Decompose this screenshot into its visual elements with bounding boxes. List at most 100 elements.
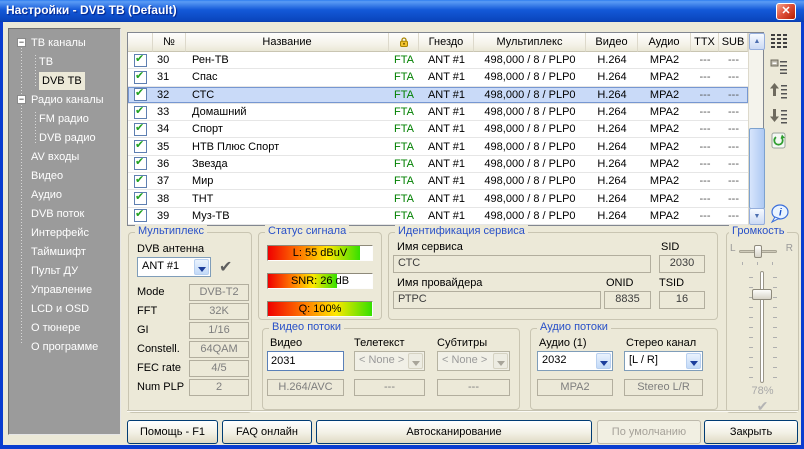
- channel-checkbox[interactable]: ✔: [134, 175, 147, 188]
- tree-item[interactable]: AV входы: [9, 148, 120, 167]
- tree-item[interactable]: Управление: [9, 281, 120, 300]
- channel-checkbox[interactable]: ✔: [134, 54, 147, 67]
- video-pid-input[interactable]: [267, 351, 344, 371]
- cell-name: Спорт: [186, 123, 389, 135]
- cell-name: ТНТ: [186, 193, 389, 205]
- column-header-video[interactable]: Видео: [586, 33, 638, 52]
- channel-checkbox[interactable]: ✔: [134, 106, 147, 119]
- channel-checkbox[interactable]: ✔: [134, 157, 147, 170]
- tree-item-label: DVB ТВ: [39, 72, 85, 90]
- volume-check-icon: ✔: [727, 398, 798, 415]
- channel-row[interactable]: ✔31СпасFTAANT #1498,000 / 8 / PLP0H.264M…: [128, 69, 748, 86]
- channel-checkbox[interactable]: ✔: [134, 123, 147, 136]
- channel-row[interactable]: ✔39Муз-ТВFTAANT #1498,000 / 8 / PLP0H.26…: [128, 208, 748, 225]
- move-up-icon[interactable]: [770, 82, 790, 102]
- tree-item[interactable]: −Радио каналы: [9, 91, 120, 110]
- remove-channel-icon[interactable]: [770, 57, 790, 77]
- balance-thumb[interactable]: [754, 245, 762, 258]
- faq-button[interactable]: FAQ онлайн: [222, 420, 312, 444]
- tree-item[interactable]: Интерфейс: [9, 224, 120, 243]
- column-header-num[interactable]: №: [153, 33, 186, 52]
- cell-num: 37: [153, 175, 186, 187]
- scrollbar-down-button[interactable]: ▼: [749, 208, 765, 225]
- column-header-mux[interactable]: Мультиплекс: [474, 33, 586, 52]
- tree-item[interactable]: О программе: [9, 338, 120, 357]
- tree-item-label: ТВ: [39, 53, 53, 71]
- cell-video: H.264: [586, 89, 638, 101]
- tree-item-label: AV входы: [31, 148, 79, 166]
- volume-slider[interactable]: [760, 271, 764, 383]
- tree-item[interactable]: −ТВ каналы: [9, 34, 120, 53]
- tree-item[interactable]: Пульт ДУ: [9, 262, 120, 281]
- stereo-mode-select[interactable]: [L / R]: [624, 351, 703, 371]
- tree-item[interactable]: Видео: [9, 167, 120, 186]
- channel-checkbox[interactable]: ✔: [134, 192, 147, 205]
- collapse-minus-icon[interactable]: −: [17, 38, 26, 47]
- column-header-name[interactable]: Название: [186, 33, 389, 52]
- cell-video: H.264: [586, 158, 638, 170]
- channel-checkbox[interactable]: ✔: [134, 140, 147, 153]
- channel-row[interactable]: ✔34СпортFTAANT #1498,000 / 8 / PLP0H.264…: [128, 121, 748, 138]
- table-header: №Название ГнездоМультиплексВидеоАудиоTTXS…: [128, 33, 748, 52]
- channel-row[interactable]: ✔30Рен-ТВFTAANT #1498,000 / 8 / PLP0H.26…: [128, 52, 748, 69]
- cell-sub: ---: [719, 54, 748, 66]
- cell-num: 30: [153, 54, 186, 66]
- channel-row[interactable]: ✔32СТСFTAANT #1498,000 / 8 / PLP0H.264MP…: [128, 87, 748, 104]
- tree-item[interactable]: FM радио: [9, 110, 120, 129]
- titlebar[interactable]: Настройки - DVB ТВ (Default) ✕: [0, 0, 804, 22]
- cell-fta: FTA: [389, 71, 419, 83]
- balance-right-label: R: [786, 243, 793, 254]
- audio-streams-group-title: Аудио потоки: [537, 321, 611, 333]
- chevron-down-icon[interactable]: [596, 353, 611, 369]
- cell-socket: ANT #1: [419, 123, 474, 135]
- channel-row[interactable]: ✔36ЗвездаFTAANT #1498,000 / 8 / PLP0H.26…: [128, 156, 748, 173]
- channel-row[interactable]: ✔35НТВ Плюс СпортFTAANT #1498,000 / 8 / …: [128, 138, 748, 155]
- titlebar-close-button[interactable]: ✕: [776, 3, 796, 20]
- channel-checkbox[interactable]: ✔: [134, 209, 147, 222]
- tree-item-label: DVB поток: [31, 205, 84, 223]
- column-header-audio[interactable]: Аудио: [638, 33, 691, 52]
- move-down-icon[interactable]: [770, 107, 790, 127]
- column-header-socket[interactable]: Гнездо: [419, 33, 474, 52]
- cell-socket: ANT #1: [419, 106, 474, 118]
- scrollbar-thumb[interactable]: [749, 128, 765, 209]
- column-header-fta[interactable]: [389, 33, 419, 52]
- close-button[interactable]: Закрыть: [704, 420, 798, 444]
- tree-item[interactable]: DVB ТВ: [9, 72, 120, 91]
- column-header-check[interactable]: [128, 33, 153, 52]
- column-header-ttx[interactable]: TTX: [691, 33, 719, 52]
- chevron-down-icon[interactable]: [194, 259, 209, 275]
- collapse-minus-icon[interactable]: −: [17, 95, 26, 104]
- help-button[interactable]: Помощь - F1: [127, 420, 218, 444]
- recycle-bin-icon[interactable]: [770, 132, 790, 152]
- autoscan-button[interactable]: Автосканирование: [316, 420, 592, 444]
- channel-checkbox[interactable]: ✔: [134, 71, 147, 84]
- chevron-down-icon: [408, 353, 423, 369]
- cell-video: H.264: [586, 106, 638, 118]
- channel-row[interactable]: ✔33ДомашнийFTAANT #1498,000 / 8 / PLP0H.…: [128, 104, 748, 121]
- antenna-apply-check-icon[interactable]: ✔: [219, 257, 232, 277]
- tree-item[interactable]: DVB радио: [9, 129, 120, 148]
- tree-item[interactable]: LCD и OSD: [9, 300, 120, 319]
- tree-item[interactable]: Аудио: [9, 186, 120, 205]
- tree-item[interactable]: ТВ: [9, 53, 120, 72]
- audio-pid-select[interactable]: 2032: [537, 351, 613, 371]
- chevron-down-icon[interactable]: [686, 353, 701, 369]
- check-icon: ✔: [135, 140, 144, 151]
- volume-thumb[interactable]: [752, 289, 772, 300]
- channel-list-icon[interactable]: [770, 32, 790, 52]
- scrollbar-track[interactable]: ▲ ▼: [748, 33, 763, 225]
- cell-fta: FTA: [389, 158, 419, 170]
- tree-item[interactable]: О тюнере: [9, 319, 120, 338]
- scrollbar-up-button[interactable]: ▲: [749, 33, 765, 50]
- antenna-select[interactable]: ANT #1: [137, 257, 211, 277]
- channel-row[interactable]: ✔38ТНТFTAANT #1498,000 / 8 / PLP0H.264MP…: [128, 190, 748, 207]
- tree-item[interactable]: DVB поток: [9, 205, 120, 224]
- channel-row[interactable]: ✔37МирFTAANT #1498,000 / 8 / PLP0H.264MP…: [128, 173, 748, 190]
- onid-label: ONID: [606, 277, 634, 289]
- channel-checkbox[interactable]: ✔: [134, 88, 147, 101]
- teletext-label: Телетекст: [354, 337, 405, 349]
- info-icon[interactable]: i: [770, 204, 790, 224]
- column-header-sub[interactable]: SUB: [719, 33, 748, 52]
- tree-item[interactable]: Таймшифт: [9, 243, 120, 262]
